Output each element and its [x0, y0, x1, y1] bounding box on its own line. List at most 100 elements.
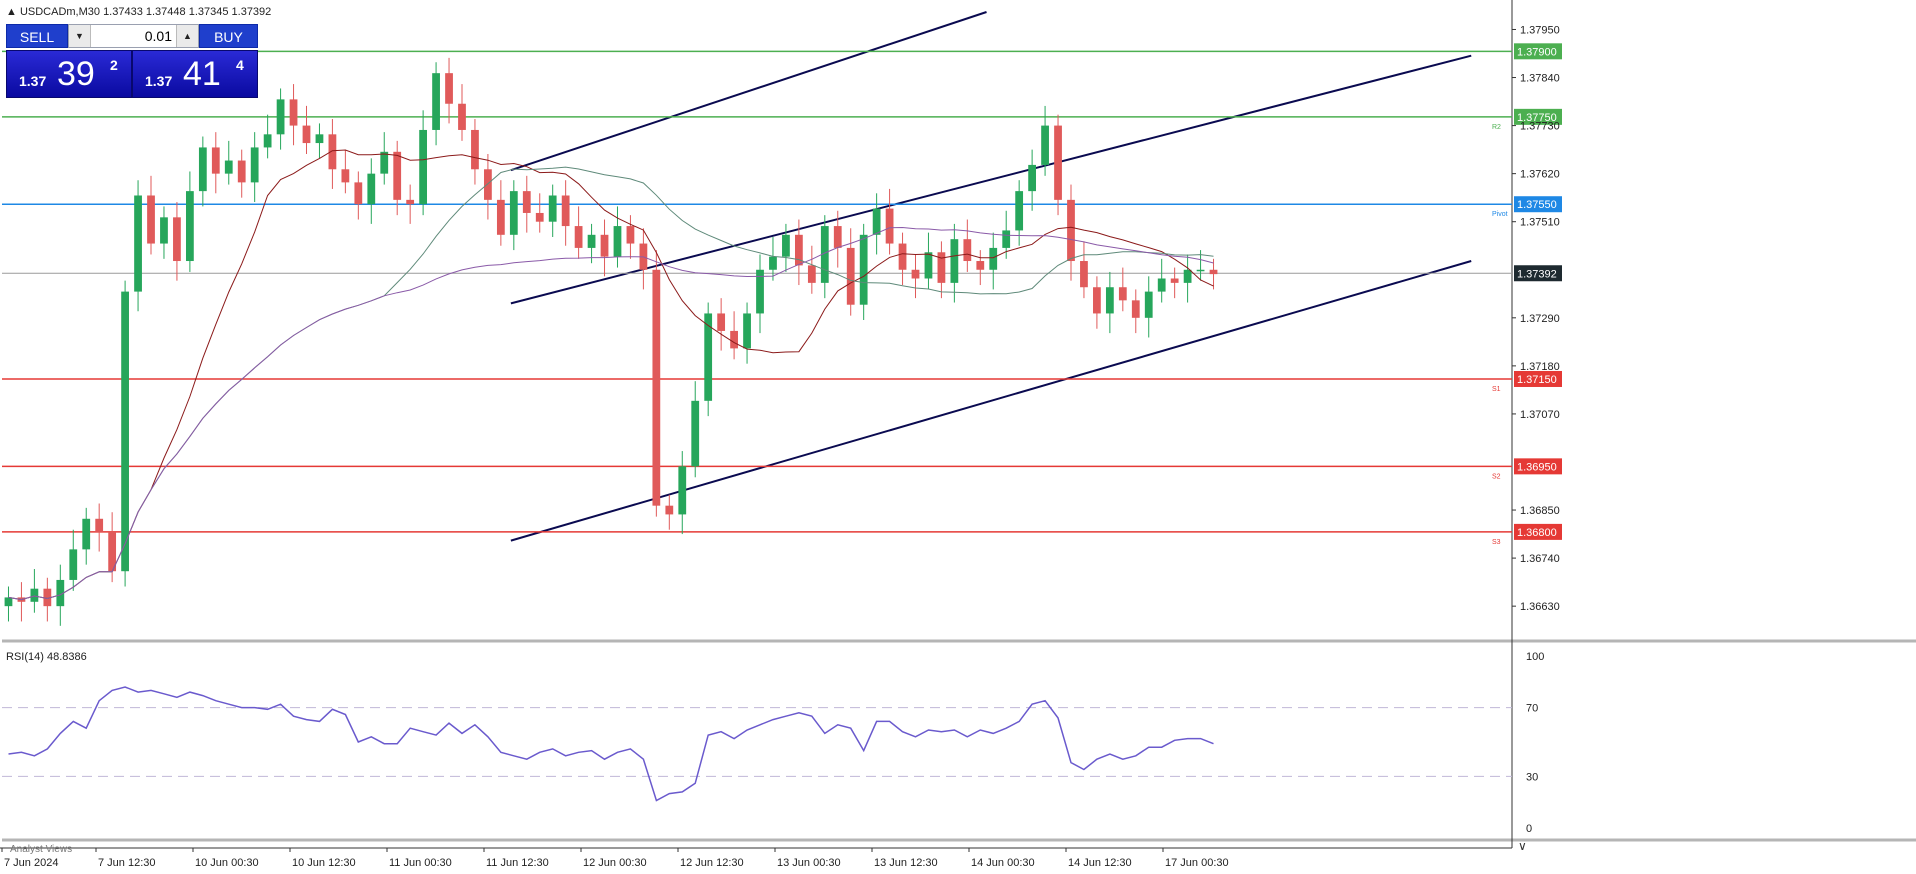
- candle[interactable]: [898, 243, 907, 270]
- candle[interactable]: [548, 195, 557, 222]
- candle[interactable]: [859, 234, 868, 305]
- candle[interactable]: [419, 129, 428, 205]
- candle[interactable]: [496, 199, 505, 235]
- candle[interactable]: [1002, 230, 1011, 248]
- candle[interactable]: [484, 169, 492, 200]
- candle[interactable]: [782, 234, 790, 257]
- candle[interactable]: [872, 208, 881, 235]
- candle[interactable]: [976, 261, 985, 270]
- candle[interactable]: [406, 199, 415, 205]
- candle[interactable]: [315, 134, 324, 144]
- candle[interactable]: [121, 291, 129, 572]
- candle[interactable]: [535, 212, 544, 222]
- candle[interactable]: [1144, 291, 1153, 318]
- candle[interactable]: [730, 330, 738, 349]
- candle[interactable]: [276, 99, 285, 135]
- candle[interactable]: [458, 103, 466, 130]
- candle[interactable]: [1170, 278, 1179, 283]
- candle[interactable]: [1118, 287, 1127, 301]
- analyst-views-label: Analyst Views: [10, 844, 72, 855]
- candle[interactable]: [4, 597, 13, 607]
- candle[interactable]: [1093, 287, 1101, 314]
- candle[interactable]: [445, 73, 453, 104]
- candle[interactable]: [846, 247, 855, 305]
- candle[interactable]: [743, 313, 751, 349]
- candle[interactable]: [1080, 261, 1088, 288]
- candle[interactable]: [704, 313, 713, 401]
- candle[interactable]: [393, 151, 402, 200]
- candle[interactable]: [769, 256, 777, 270]
- candle[interactable]: [1067, 199, 1075, 262]
- candle[interactable]: [678, 466, 687, 515]
- candle[interactable]: [354, 182, 363, 205]
- candle[interactable]: [1183, 269, 1192, 283]
- candle[interactable]: [587, 234, 596, 248]
- candle[interactable]: [924, 252, 933, 279]
- candle[interactable]: [237, 160, 246, 183]
- candle[interactable]: [69, 549, 78, 580]
- candle[interactable]: [147, 195, 155, 244]
- candle[interactable]: [691, 400, 700, 467]
- candle[interactable]: [471, 129, 479, 170]
- candle[interactable]: [185, 191, 194, 262]
- candle[interactable]: [1157, 278, 1166, 292]
- candle[interactable]: [95, 518, 104, 532]
- candle[interactable]: [367, 173, 376, 205]
- candle[interactable]: [1054, 125, 1062, 200]
- chart-canvas[interactable]: ▲ USDCADm,M30 1.37433 1.37448 1.37345 1.…: [0, 0, 1916, 874]
- candle[interactable]: [341, 169, 350, 183]
- candle[interactable]: [160, 217, 168, 244]
- rsi-level-label: 0: [1526, 823, 1532, 835]
- sell-price-button[interactable]: 1.37 39 2: [6, 50, 132, 98]
- candle[interactable]: [1015, 191, 1024, 231]
- chart-background: [0, 0, 1916, 874]
- candle[interactable]: [198, 147, 207, 192]
- candle[interactable]: [717, 313, 726, 331]
- candle[interactable]: [82, 518, 91, 550]
- candle[interactable]: [885, 208, 894, 244]
- candle[interactable]: [652, 269, 661, 506]
- candle[interactable]: [574, 226, 583, 248]
- candle[interactable]: [833, 226, 842, 248]
- candle[interactable]: [263, 134, 272, 148]
- candle[interactable]: [1196, 269, 1205, 272]
- candle[interactable]: [561, 195, 570, 227]
- candle[interactable]: [509, 191, 518, 235]
- lot-size-input[interactable]: [92, 26, 176, 46]
- candle[interactable]: [989, 247, 998, 270]
- candle[interactable]: [665, 505, 674, 515]
- time-tick-label: 10 Jun 00:30: [195, 857, 259, 869]
- candle[interactable]: [950, 239, 959, 283]
- level-price-label: 1.36950: [1517, 461, 1557, 473]
- candle[interactable]: [522, 191, 531, 213]
- buy-price-button[interactable]: 1.37 41 4: [132, 50, 258, 98]
- candle[interactable]: [1105, 287, 1114, 314]
- chart-window[interactable]: ▲ USDCADm,M30 1.37433 1.37448 1.37345 1.…: [0, 0, 1916, 874]
- buy-button[interactable]: BUY: [199, 24, 258, 48]
- candle[interactable]: [1041, 125, 1049, 165]
- chevron-down-icon[interactable]: ∨: [1518, 839, 1527, 853]
- lot-increase-icon[interactable]: ▲: [176, 25, 198, 47]
- sell-button[interactable]: SELL: [6, 24, 68, 48]
- candle[interactable]: [173, 217, 181, 262]
- candle[interactable]: [224, 160, 233, 174]
- candle[interactable]: [1028, 164, 1037, 192]
- candle[interactable]: [1209, 269, 1218, 275]
- candle[interactable]: [911, 269, 920, 279]
- candle[interactable]: [30, 588, 39, 602]
- lot-decrease-icon[interactable]: ▼: [69, 25, 91, 47]
- candle[interactable]: [302, 125, 311, 144]
- candle[interactable]: [600, 234, 609, 257]
- candle[interactable]: [613, 226, 622, 257]
- candle[interactable]: [432, 73, 440, 130]
- candle[interactable]: [211, 147, 220, 174]
- level-tag: S3: [1492, 539, 1501, 546]
- candle[interactable]: [1131, 300, 1140, 318]
- candle[interactable]: [250, 147, 259, 183]
- candle[interactable]: [134, 195, 142, 292]
- candle[interactable]: [289, 99, 298, 126]
- candle[interactable]: [807, 265, 816, 283]
- candle[interactable]: [626, 226, 635, 244]
- candle[interactable]: [380, 151, 389, 174]
- candle[interactable]: [963, 239, 972, 262]
